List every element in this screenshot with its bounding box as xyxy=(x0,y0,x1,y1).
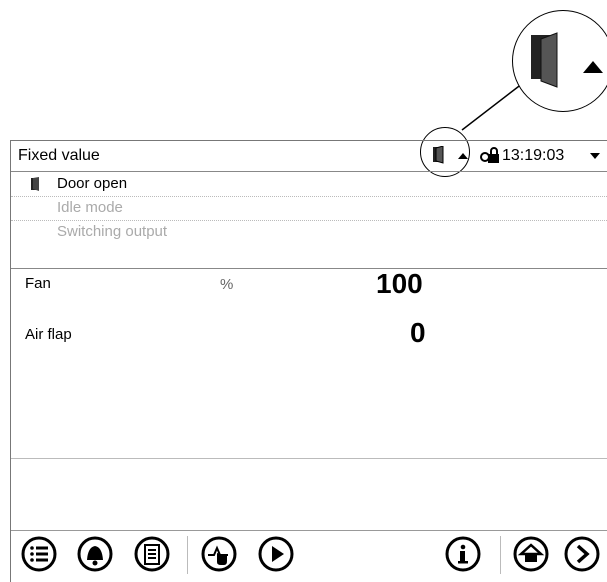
page-title: Fixed value xyxy=(18,147,100,164)
door-icon-zoomed xyxy=(531,32,603,88)
play-icon[interactable] xyxy=(257,535,295,573)
toolbar-separator xyxy=(500,536,501,574)
info-icon[interactable] xyxy=(444,535,482,573)
lock-icon xyxy=(480,147,499,163)
fan-unit: % xyxy=(220,276,234,293)
notes-icon[interactable] xyxy=(133,535,171,573)
menu-item-idle-mode: Idle mode xyxy=(11,196,607,221)
menu-item-label: Door open xyxy=(57,175,128,192)
door-icon[interactable] xyxy=(432,146,448,164)
info-popup-menu: Door open Idle mode Switching output xyxy=(11,172,607,269)
alarm-icon[interactable] xyxy=(76,535,114,573)
menu-icon[interactable] xyxy=(20,535,58,573)
toolbar-separator xyxy=(187,536,188,574)
air-flap-value[interactable]: 0 xyxy=(410,317,426,349)
menu-item-switching-output: Switching output xyxy=(11,220,607,244)
chevron-down-icon[interactable] xyxy=(590,152,600,160)
menu-item-label: Idle mode xyxy=(57,199,123,216)
clock-time: 13:19:03 xyxy=(502,147,565,164)
door-icon xyxy=(31,177,39,191)
fan-value[interactable]: 100 xyxy=(376,268,423,300)
next-icon[interactable] xyxy=(563,535,601,573)
air-flap-label: Air flap xyxy=(25,326,72,343)
chevron-up-icon[interactable] xyxy=(458,152,468,160)
touch-icon[interactable] xyxy=(200,535,238,573)
fan-label: Fan xyxy=(25,275,51,292)
menu-item-label: Switching output xyxy=(57,223,168,240)
divider xyxy=(11,458,607,459)
home-icon[interactable] xyxy=(512,535,550,573)
menu-item-door-open[interactable]: Door open xyxy=(11,172,607,197)
zoom-callout xyxy=(512,10,607,112)
